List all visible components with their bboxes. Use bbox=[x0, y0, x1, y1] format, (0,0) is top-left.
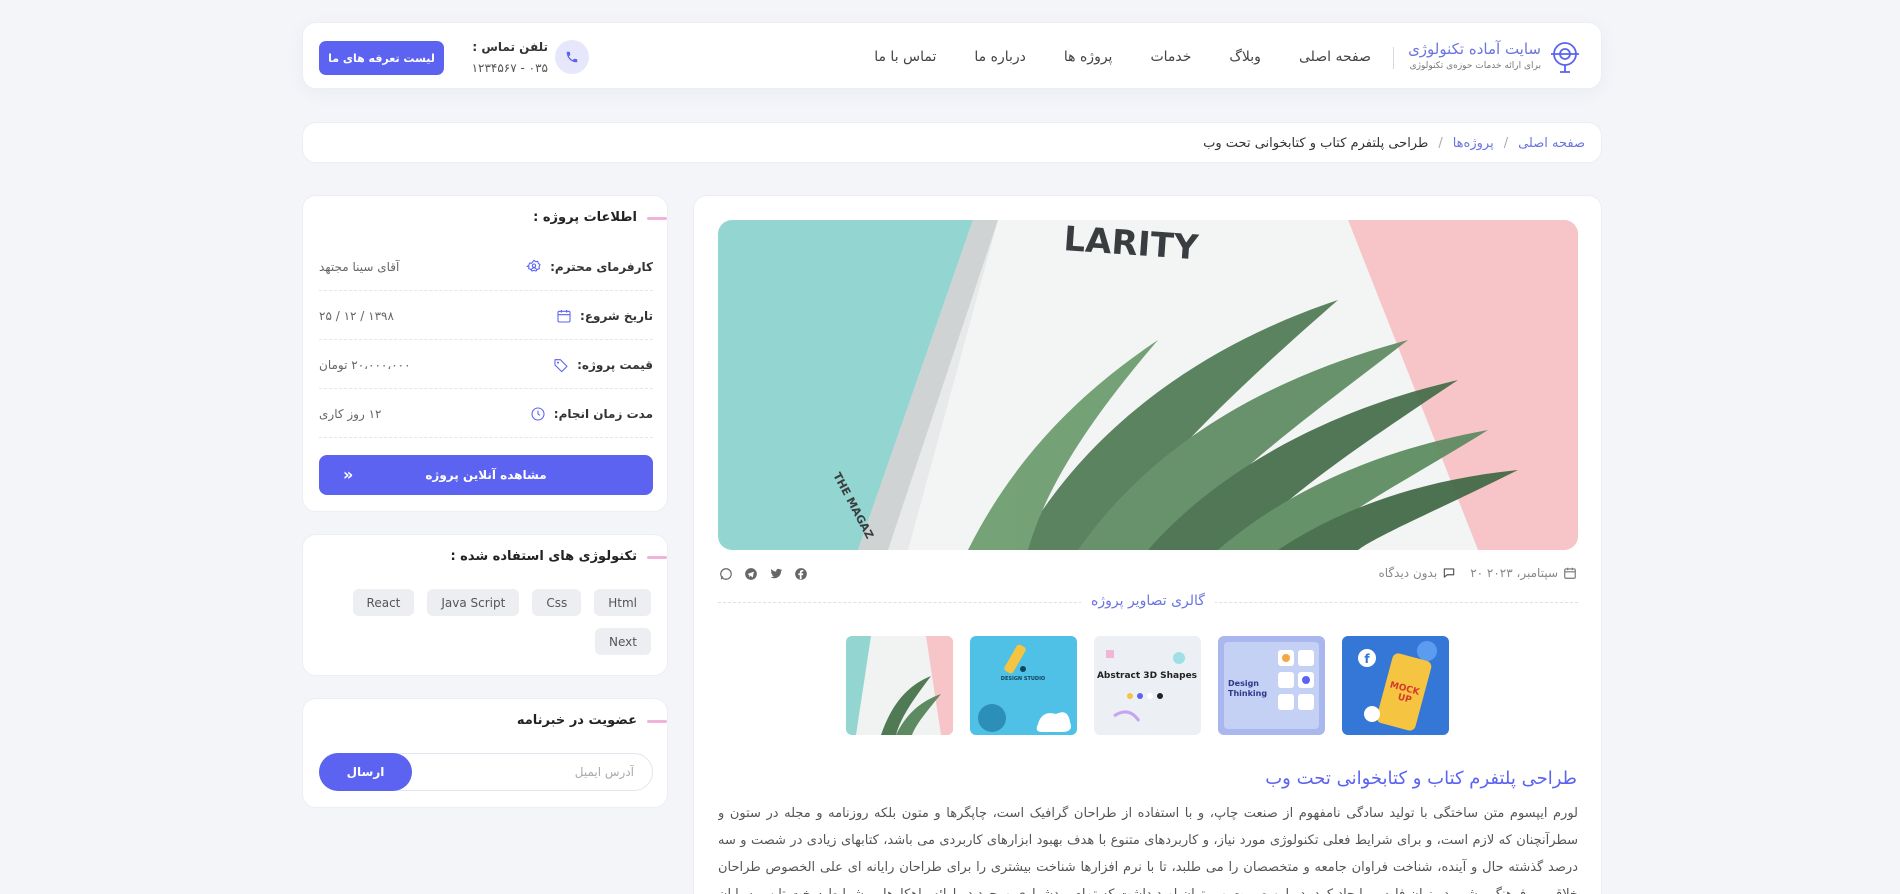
post-meta: ۲۰ سپتامبر، ۲۰۲۳ بدون دیدگاه bbox=[1378, 566, 1577, 580]
newsletter-card: عضویت در خبرنامه ارسال bbox=[302, 698, 668, 808]
hero-image: LARITY THE MAGAZ bbox=[718, 220, 1578, 550]
info-value-start-date: ۱۳۹۸ / ۱۲ / ۲۵ bbox=[319, 308, 394, 323]
phone-label: تلفن تماس : bbox=[472, 40, 548, 54]
info-row-duration: مدت زمان انجام: ۱۲ روز کاری bbox=[319, 389, 653, 438]
tag-next[interactable]: Next bbox=[595, 628, 651, 655]
breadcrumb-separator: / bbox=[1503, 136, 1509, 151]
facebook-icon[interactable] bbox=[793, 566, 809, 582]
view-project-online-button[interactable]: مشاهده آنلاین پروژه » bbox=[319, 455, 653, 495]
technology-tags: Html Css Java Script React Next bbox=[331, 589, 651, 655]
info-row-price: قیمت پروژه: ۲۰،۰۰۰،۰۰۰ تومان bbox=[319, 340, 653, 389]
whatsapp-icon[interactable] bbox=[718, 566, 734, 582]
mockup-thumb[interactable]: MOCK UP f bbox=[1342, 636, 1449, 735]
svg-text:Abstract 3D Shapes: Abstract 3D Shapes bbox=[1097, 671, 1197, 681]
technologies-title: تکنولوژی های استفاده شده : bbox=[450, 549, 637, 564]
project-description: لورم ایپسوم متن ساختگی با تولید سادگی نا… bbox=[718, 806, 1578, 894]
price-tag-icon bbox=[554, 358, 568, 372]
brand-subtitle: برای ارائه خدمات حوزه‌ی تکنولوژی bbox=[1409, 61, 1541, 71]
project-info-card: اطلاعات پروژه : کارفرمای محترم: آقای سین… bbox=[302, 195, 668, 512]
newsletter-submit-button[interactable]: ارسال bbox=[319, 753, 412, 791]
svg-text:DESIGN STUDIO: DESIGN STUDIO bbox=[1001, 676, 1045, 682]
gallery-title: گالری تصاویر پروژه bbox=[1081, 593, 1215, 609]
nav-projects[interactable]: پروژه ها bbox=[1064, 49, 1113, 65]
tag-html[interactable]: Html bbox=[594, 589, 651, 616]
twitter-icon[interactable] bbox=[768, 566, 784, 582]
breadcrumb: صفحه اصلی / پروژه‌ها / طراحی پلتفرم کتاب… bbox=[302, 122, 1602, 163]
breadcrumb-projects[interactable]: پروژه‌ها bbox=[1453, 136, 1494, 151]
calendar-icon bbox=[557, 309, 571, 323]
abstract-shapes-thumb[interactable]: Abstract 3D Shapes bbox=[1094, 636, 1201, 735]
post-date: ۲۰ سپتامبر، ۲۰۲۳ bbox=[1470, 566, 1577, 580]
magazine-thumb[interactable] bbox=[846, 636, 953, 735]
breadcrumb-home[interactable]: صفحه اصلی bbox=[1518, 136, 1585, 151]
post-comments-text: بدون دیدگاه bbox=[1378, 566, 1438, 580]
info-row-client: کارفرمای محترم: آقای سینا مجتهد bbox=[319, 242, 653, 291]
newsletter-form: ارسال bbox=[319, 753, 653, 791]
project-info-title: اطلاعات پروژه : bbox=[533, 210, 637, 225]
info-row-start-date: تاریخ شروع: ۱۳۹۸ / ۱۲ / ۲۵ bbox=[319, 291, 653, 340]
post-comments[interactable]: بدون دیدگاه bbox=[1378, 566, 1456, 580]
svg-text:f: f bbox=[1364, 652, 1370, 666]
svg-text:Thinking: Thinking bbox=[1228, 689, 1267, 698]
gallery-header: گالری تصاویر پروژه bbox=[718, 593, 1578, 611]
design-thinking-thumb[interactable]: Design Thinking bbox=[1218, 636, 1325, 735]
tag-css[interactable]: Css bbox=[532, 589, 582, 616]
info-label-start-date: تاریخ شروع: bbox=[580, 308, 653, 323]
user-badge-icon bbox=[526, 259, 541, 272]
info-label-price: قیمت پروژه: bbox=[577, 357, 653, 372]
brand-title: سایت آماده تکنولوژی bbox=[1408, 40, 1541, 58]
breadcrumb-separator: / bbox=[1438, 136, 1443, 151]
nav-about[interactable]: درباره ما bbox=[974, 49, 1025, 65]
nav-home[interactable]: صفحه اصلی bbox=[1299, 49, 1371, 65]
info-value-duration: ۱۲ روز کاری bbox=[319, 406, 382, 421]
email-input[interactable] bbox=[412, 754, 652, 790]
post-date-text: ۲۰ سپتامبر، ۲۰۲۳ bbox=[1470, 566, 1558, 580]
header-divider bbox=[1393, 47, 1394, 69]
phone-icon[interactable] bbox=[555, 40, 589, 74]
tag-react[interactable]: React bbox=[352, 589, 415, 616]
logo-icon bbox=[1551, 42, 1579, 73]
site-header: سایت آماده تکنولوژی برای ارائه خدمات حوز… bbox=[302, 22, 1602, 89]
info-label-duration: مدت زمان انجام: bbox=[553, 406, 653, 421]
info-value-price: ۲۰،۰۰۰،۰۰۰ تومان bbox=[319, 357, 411, 372]
newsletter-title: عضویت در خبرنامه bbox=[516, 713, 637, 728]
nav-services[interactable]: خدمات bbox=[1150, 49, 1191, 65]
design-studio-thumb[interactable]: DESIGN STUDIO bbox=[970, 636, 1077, 735]
section-title-accent bbox=[647, 217, 667, 220]
phone-number[interactable]: ۰۳۵ - ۱۲۳۴۵۶۷ bbox=[472, 61, 548, 75]
section-title-accent bbox=[647, 556, 667, 559]
info-label-client: کارفرمای محترم: bbox=[550, 259, 653, 274]
info-value-client: آقای سینا مجتهد bbox=[319, 259, 400, 274]
share-links bbox=[718, 566, 809, 582]
view-project-label: مشاهده آنلاین پروژه bbox=[425, 468, 547, 482]
breadcrumb-current: طراحی پلتفرم کتاب و کتابخوانی تحت وب bbox=[1203, 136, 1429, 151]
pricing-list-button[interactable]: لیست تعرفه های ما bbox=[319, 41, 444, 75]
clock-icon bbox=[531, 406, 545, 421]
section-title-accent bbox=[647, 720, 667, 723]
main-nav: صفحه اصلی وبلاگ خدمات پروژه ها درباره ما… bbox=[874, 23, 1371, 90]
gallery-thumbnails: DESIGN STUDIO Abstract 3D Shapes Design … bbox=[846, 636, 1449, 735]
tag-javascript[interactable]: Java Script bbox=[427, 589, 520, 616]
project-article: LARITY THE MAGAZ ۲۰ سپتامبر، ۲۰۲۳ بدون د… bbox=[693, 195, 1602, 894]
nav-contact[interactable]: تماس با ما bbox=[874, 49, 936, 65]
project-title: طراحی پلتفرم کتاب و کتابخوانی تحت وب bbox=[1265, 768, 1577, 789]
double-chevron-icon: » bbox=[343, 465, 354, 484]
svg-text:Design: Design bbox=[1228, 679, 1259, 688]
technologies-card: تکنولوژی های استفاده شده : Html Css Java… bbox=[302, 534, 668, 676]
telegram-icon[interactable] bbox=[743, 566, 759, 582]
comment-icon bbox=[1443, 568, 1455, 578]
calendar-icon bbox=[1564, 567, 1576, 579]
brand[interactable]: سایت آماده تکنولوژی برای ارائه خدمات حوز… bbox=[1408, 37, 1583, 77]
nav-blog[interactable]: وبلاگ bbox=[1229, 49, 1261, 65]
